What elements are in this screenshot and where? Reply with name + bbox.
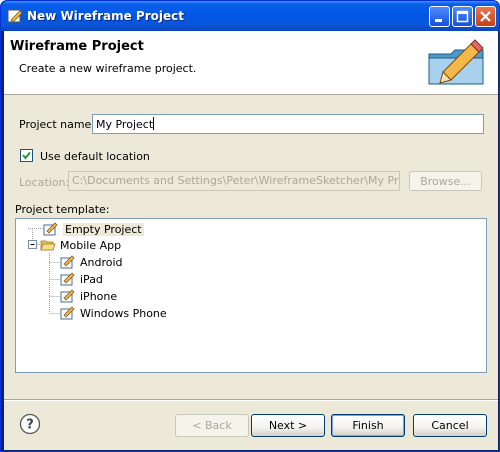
finish-button-label: Finish bbox=[352, 419, 384, 432]
title-bar[interactable]: New Wireframe Project bbox=[1, 1, 499, 31]
maximize-icon bbox=[456, 10, 469, 23]
browse-button[interactable]: Browse... bbox=[409, 171, 482, 191]
tree-item-windows-phone[interactable]: Windows Phone bbox=[60, 305, 167, 321]
use-default-location-label[interactable]: Use default location bbox=[40, 150, 150, 163]
tree-item-label: Empty Project bbox=[63, 222, 144, 236]
project-icon bbox=[60, 306, 75, 320]
cancel-button[interactable]: Cancel bbox=[413, 414, 487, 437]
tree-item-mobile-app[interactable]: Mobile App bbox=[40, 237, 121, 253]
tree-item-label: iPhone bbox=[80, 289, 118, 303]
project-name-value: My Project bbox=[96, 118, 154, 131]
wizard-header: Wireframe Project Create a new wireframe… bbox=[4, 31, 498, 95]
cancel-button-label: Cancel bbox=[431, 419, 469, 432]
tree-item-ipad[interactable]: iPad bbox=[60, 271, 103, 287]
location-value: C:\Documents and Settings\Peter\Wirefram… bbox=[72, 174, 400, 187]
location-input[interactable]: C:\Documents and Settings\Peter\Wirefram… bbox=[68, 171, 400, 191]
tree-item-android[interactable]: Android bbox=[60, 254, 123, 270]
project-icon bbox=[60, 289, 75, 303]
wizard-banner-icon bbox=[428, 39, 484, 85]
project-icon bbox=[60, 255, 75, 269]
help-icon[interactable]: ? bbox=[19, 413, 41, 435]
project-name-label: Project name: bbox=[19, 118, 96, 131]
back-button-label: < Back bbox=[192, 419, 232, 432]
tree-item-label: Android bbox=[80, 255, 123, 269]
page-title: Wireframe Project bbox=[10, 39, 144, 54]
finish-button[interactable]: Finish bbox=[331, 414, 405, 437]
tree-item-label: iPad bbox=[80, 272, 103, 286]
project-template-label: Project template: bbox=[15, 203, 110, 216]
next-button[interactable]: Next > bbox=[251, 414, 325, 437]
dialog-body: Wireframe Project Create a new wireframe… bbox=[4, 31, 498, 450]
location-label: Location: bbox=[19, 176, 70, 189]
checkmark-icon bbox=[22, 151, 31, 160]
text-caret bbox=[153, 117, 155, 130]
minimize-icon bbox=[435, 19, 442, 22]
footer-divider bbox=[4, 399, 498, 401]
tree-item-label: Mobile App bbox=[60, 238, 122, 252]
page-description: Create a new wireframe project. bbox=[19, 62, 197, 75]
svg-text:?: ? bbox=[26, 418, 34, 433]
project-icon bbox=[60, 272, 75, 286]
close-icon bbox=[480, 11, 491, 22]
next-button-label: Next > bbox=[268, 419, 308, 432]
minimize-button[interactable] bbox=[429, 6, 450, 27]
maximize-button[interactable] bbox=[452, 6, 473, 27]
tree-item-empty-project[interactable]: Empty Project bbox=[43, 221, 144, 237]
use-default-location-checkbox[interactable] bbox=[20, 149, 33, 162]
project-name-input[interactable]: My Project bbox=[92, 114, 484, 134]
folder-open-icon bbox=[40, 240, 56, 251]
wireframe-app-icon bbox=[7, 9, 23, 23]
window-title: New Wireframe Project bbox=[27, 9, 184, 23]
tree-item-label: Windows Phone bbox=[80, 306, 167, 320]
close-button[interactable] bbox=[475, 6, 496, 27]
back-button[interactable]: < Back bbox=[175, 414, 249, 437]
project-icon bbox=[43, 222, 58, 236]
tree-item-iphone[interactable]: iPhone bbox=[60, 288, 117, 304]
dialog-window: New Wireframe Project Wireframe Project … bbox=[0, 0, 500, 452]
browse-button-label: Browse... bbox=[420, 174, 471, 188]
project-template-tree[interactable]: Empty Project Mobile App Android iPad iP… bbox=[15, 218, 487, 373]
